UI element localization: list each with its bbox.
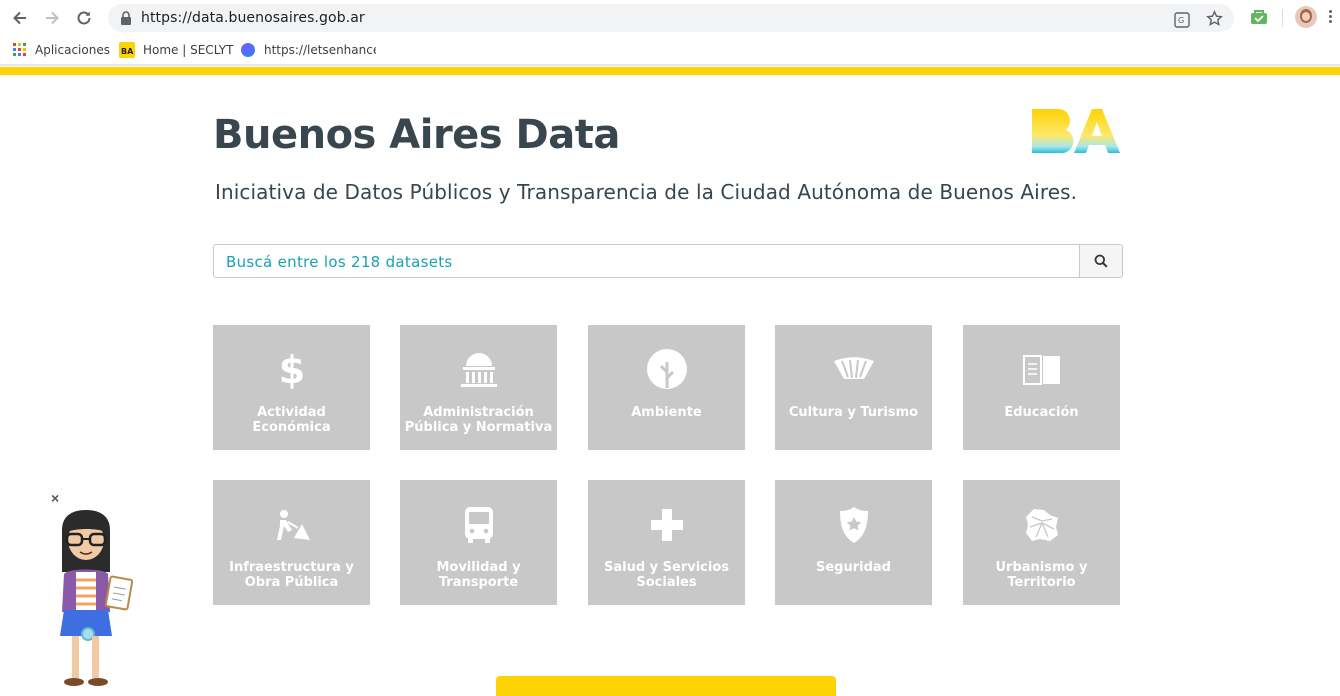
category-label: Urbanismo y Territorio	[995, 560, 1088, 590]
toolbar-separator	[0, 64, 1340, 66]
bookmark-seclyt[interactable]: BA Home | SECLYT	[119, 41, 233, 59]
police-badge-icon	[839, 507, 868, 543]
category-label: Movilidad y Transporte	[436, 560, 521, 590]
site-top-bar	[0, 67, 1340, 75]
category-label: Ambiente	[631, 405, 702, 420]
construction-worker-icon	[276, 510, 310, 540]
fan-icon	[833, 357, 874, 379]
page-subtitle: Iniciativa de Datos Públicos y Transpare…	[215, 180, 1078, 204]
search-button[interactable]	[1079, 245, 1122, 277]
apps-grid-icon	[13, 43, 27, 57]
category-cultura-turismo[interactable]: Cultura y Turismo	[775, 325, 932, 450]
search-icon	[1094, 254, 1108, 268]
category-movilidad[interactable]: Movilidad y Transporte	[400, 480, 557, 605]
arrow-left-icon	[13, 11, 26, 25]
svg-text:BA: BA	[121, 47, 134, 56]
city-map-icon	[1025, 509, 1058, 541]
translate-icon[interactable]: G	[1174, 12, 1190, 28]
book-icon	[1022, 355, 1060, 385]
category-infraestructura[interactable]: Infraestructura y Obra Pública	[213, 480, 370, 605]
category-label: Educación	[1004, 405, 1079, 420]
bookmark-label: https://letsenhance.io	[264, 43, 376, 57]
ba-logo-icon	[1032, 108, 1120, 154]
bookmarks-bar: Aplicaciones BA Home | SECLYT https://le…	[0, 36, 1340, 64]
category-label: Seguridad	[816, 560, 891, 575]
assistant-mascot[interactable]	[50, 510, 140, 695]
reload-icon	[77, 11, 91, 25]
category-label: Actividad Económica	[252, 405, 331, 435]
toolbar-divider	[1282, 9, 1283, 27]
svg-text:G: G	[1178, 16, 1184, 25]
bookmark-label: Home | SECLYT	[143, 43, 234, 57]
dollar-icon: $	[278, 350, 304, 390]
address-bar[interactable]: https://data.buenosaires.gob.ar G	[108, 4, 1234, 32]
health-cross-icon	[650, 509, 683, 541]
dataset-search: Buscá entre los 218 datasets	[213, 244, 1123, 278]
bottom-cta-button[interactable]	[496, 676, 836, 696]
bookmark-apps[interactable]: Aplicaciones	[13, 41, 110, 59]
svg-text:$: $	[278, 350, 304, 390]
letsenhance-favicon-icon	[240, 42, 256, 58]
category-label: Salud y Servicios Sociales	[603, 560, 730, 590]
ba-favicon-icon: BA	[119, 42, 135, 58]
girl-mascot-icon	[60, 510, 134, 686]
tree-icon	[646, 349, 687, 389]
bookmark-letsenhance[interactable]: https://letsenhance.io	[240, 41, 376, 59]
category-label: Administración Pública y Normativa	[404, 405, 553, 435]
browser-toolbar: https://data.buenosaires.gob.ar G	[0, 0, 1340, 36]
extension-icon[interactable]	[1249, 7, 1269, 27]
category-seguridad[interactable]: Seguridad	[775, 480, 932, 605]
page-title: Buenos Aires Data	[213, 112, 620, 158]
category-urbanismo[interactable]: Urbanismo y Territorio	[963, 480, 1120, 605]
category-label: Cultura y Turismo	[788, 405, 919, 420]
reload-button[interactable]	[72, 6, 96, 30]
category-administracion-publica[interactable]: Administración Pública y Normativa	[400, 325, 557, 450]
government-building-icon	[460, 353, 497, 387]
category-educacion[interactable]: Educación	[963, 325, 1120, 450]
ba-logo[interactable]: BA	[1030, 107, 1122, 162]
bookmark-label: Aplicaciones	[35, 43, 110, 57]
logo-text: BA	[1122, 107, 1123, 108]
url-text: https://data.buenosaires.gob.ar	[141, 10, 365, 26]
category-salud[interactable]: Salud y Servicios Sociales	[588, 480, 745, 605]
back-button[interactable]	[8, 6, 32, 30]
close-assistant-button[interactable]: ×	[51, 490, 59, 506]
bus-icon	[464, 507, 493, 543]
category-ambiente[interactable]: Ambiente	[588, 325, 745, 450]
star-icon[interactable]	[1206, 10, 1223, 27]
profile-avatar[interactable]	[1295, 6, 1317, 28]
lock-icon	[121, 11, 131, 25]
arrow-right-icon	[46, 11, 59, 25]
search-input[interactable]: Buscá entre los 218 datasets	[226, 253, 453, 271]
menu-button[interactable]	[1329, 10, 1333, 26]
forward-button[interactable]	[40, 6, 64, 30]
category-label: Infraestructura y Obra Pública	[229, 560, 354, 590]
category-actividad-economica[interactable]: $ Actividad Económica	[213, 325, 370, 450]
